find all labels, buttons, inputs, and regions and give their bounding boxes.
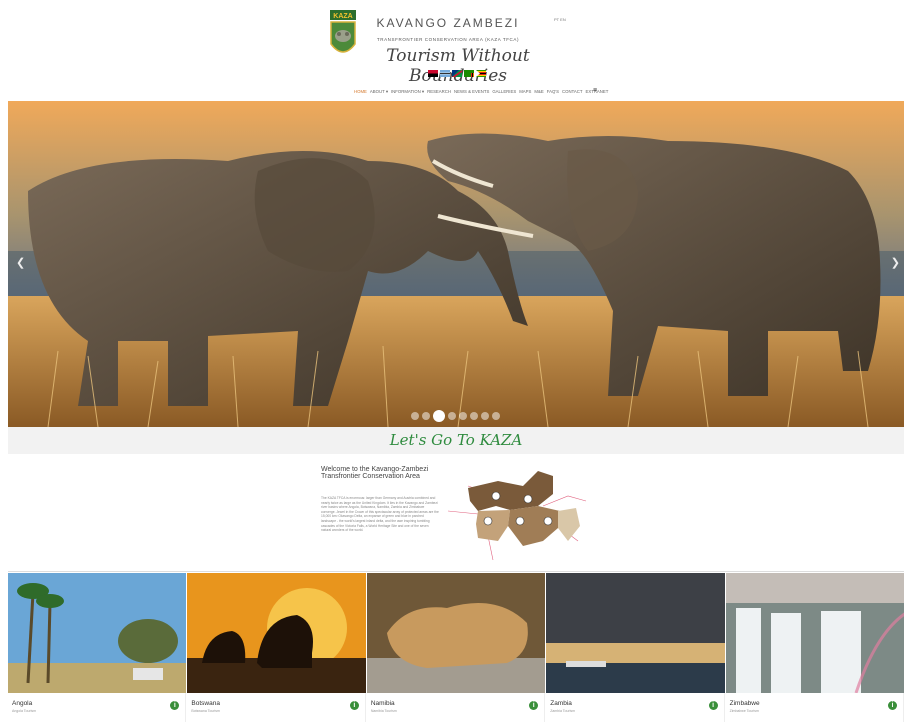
kaza-map[interactable] [447, 466, 588, 561]
section-divider [8, 571, 904, 572]
logo-text: KAZA [333, 13, 352, 20]
nav-maps[interactable]: MAPS [519, 89, 531, 95]
caption-zambia[interactable]: Zambia Zambia Tourism i [546, 693, 725, 722]
language-switch[interactable]: PT EN [554, 17, 566, 22]
country-tiles [8, 573, 904, 693]
slider-dot[interactable] [459, 412, 467, 420]
banner: Let's Go To KAZA [8, 427, 904, 454]
country-captions: Angola Angola Tourism i Botswana Botswan… [8, 693, 904, 722]
tile-angola[interactable] [8, 573, 187, 693]
zambia-flag [464, 70, 474, 77]
tile-namibia[interactable] [366, 573, 546, 693]
country-flags [428, 70, 486, 78]
page: KAZA KAVANGO ZAMBEZI PT EN TRANSFRONTIER… [8, 8, 904, 722]
slider-dot[interactable] [411, 412, 419, 420]
slider-dot-active[interactable] [433, 410, 445, 422]
country-subtitle: Zimbabwe Tourism [729, 709, 759, 713]
info-icon[interactable]: i [349, 701, 359, 710]
tile-zimbabwe[interactable] [725, 573, 904, 693]
caption-namibia[interactable]: Namibia Namibia Tourism i [367, 693, 546, 722]
site-subtitle: TRANSFRONTIER CONSERVATION AREA (KAZA TF… [376, 37, 520, 42]
nav-faqs[interactable]: FAQ'S [547, 89, 559, 95]
nav-information[interactable]: INFORMATION ▾ [391, 89, 424, 95]
banner-text: Let's Go To KAZA [389, 431, 523, 449]
zambia-image [546, 573, 725, 693]
tile-zambia[interactable] [546, 573, 725, 693]
nav-contact[interactable]: CONTACT [562, 89, 582, 95]
country-name: Zambia [550, 700, 572, 707]
hamburger-icon[interactable]: ≡ [593, 87, 597, 94]
slider-dot[interactable] [470, 412, 478, 420]
country-name: Zimbabwe [729, 700, 760, 707]
country-name: Angola [12, 700, 33, 707]
info-icon[interactable]: i [529, 701, 539, 710]
botswana-image [187, 573, 366, 693]
zimbabwe-flag [476, 70, 486, 77]
caption-angola[interactable]: Angola Angola Tourism i [8, 693, 187, 722]
country-subtitle: Botswana Tourism [191, 709, 220, 713]
info-icon[interactable]: i [708, 701, 718, 710]
hero-slider: ❮ ❯ [8, 101, 904, 427]
caption-botswana[interactable]: Botswana Botswana Tourism i [187, 693, 366, 722]
site-title: KAVANGO ZAMBEZI [376, 16, 520, 30]
angola-flag [428, 70, 438, 77]
welcome-title: Welcome to the Kavango-Zambezi Transfron… [321, 466, 429, 480]
caption-zimbabwe[interactable]: Zimbabwe Zimbabwe Tourism i [726, 693, 904, 722]
botswana-flag [440, 70, 450, 77]
slider-dot[interactable] [481, 412, 489, 420]
country-subtitle: Zambia Tourism [550, 709, 576, 713]
tile-botswana[interactable] [187, 573, 366, 693]
country-name: Botswana [191, 700, 220, 707]
chevron-left-icon[interactable]: ❮ [16, 256, 25, 269]
slider-dots [411, 410, 500, 422]
nav-research[interactable]: RESEARCH [427, 89, 451, 95]
slider-dot[interactable] [422, 412, 430, 420]
namibia-flag [452, 70, 462, 77]
hero-image [8, 101, 904, 427]
nav-about[interactable]: ABOUT ▾ [370, 89, 388, 95]
chevron-right-icon[interactable]: ❯ [891, 256, 900, 269]
country-name: Namibia [370, 700, 395, 707]
info-icon[interactable]: i [170, 701, 180, 710]
main-nav: HOME ABOUT ▾ INFORMATION ▾ RESEARCH NEWS… [354, 89, 608, 95]
info-icon[interactable]: i [888, 701, 898, 710]
namibia-image [366, 573, 546, 693]
nav-news-events[interactable]: NEWS & EVENTS [454, 89, 489, 95]
nav-me[interactable]: M&E [534, 89, 543, 95]
slider-dot[interactable] [448, 412, 456, 420]
nav-home[interactable]: HOME [354, 89, 367, 95]
welcome-body: The KAZA TFCA is enormous: larger than G… [321, 496, 439, 533]
zimbabwe-image [725, 573, 904, 693]
angola-image [8, 573, 187, 693]
nav-galleries[interactable]: GALLERIES [492, 89, 516, 95]
site-tagline: Tourism Without Boundaries [386, 46, 530, 86]
country-subtitle: Angola Tourism [12, 709, 37, 713]
country-subtitle: Namibia Tourism [370, 709, 397, 713]
slider-dot[interactable] [492, 412, 500, 420]
